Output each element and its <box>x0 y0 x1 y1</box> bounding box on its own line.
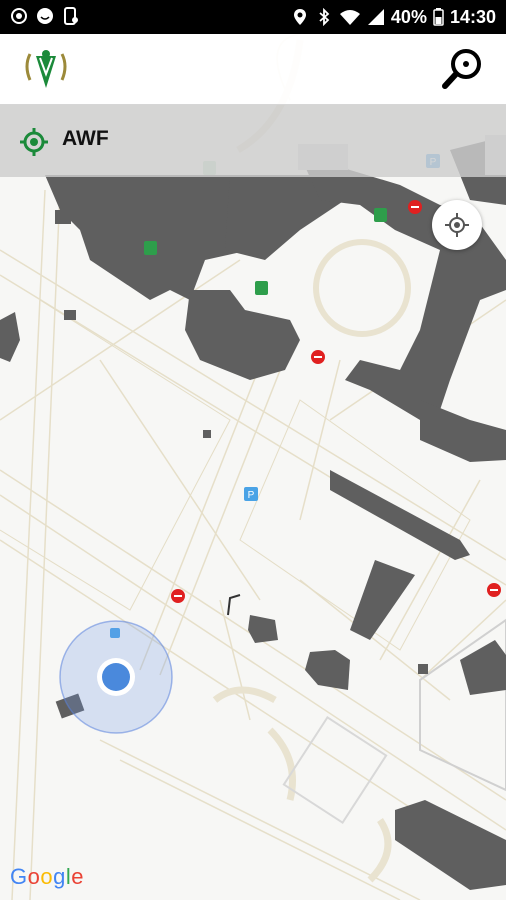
settings-circle-icon <box>11 8 27 24</box>
location-pin-icon <box>293 9 306 25</box>
current-location-marker <box>59 620 173 734</box>
signal-icon <box>367 9 384 25</box>
battery-icon <box>433 8 444 26</box>
app-bar <box>0 34 506 105</box>
search-button[interactable] <box>440 46 486 92</box>
my-location-button[interactable] <box>432 200 482 250</box>
clock: 14:30 <box>449 7 496 27</box>
smiley-icon <box>37 8 53 24</box>
place-label: AWF <box>62 127 109 150</box>
awf-crest-logo[interactable] <box>20 44 72 96</box>
google-attribution[interactable]: Google <box>10 864 84 890</box>
bluetooth-icon <box>319 8 330 26</box>
place-bar[interactable]: AWF <box>0 105 506 177</box>
svg-text:P: P <box>248 490 255 501</box>
phone-lock-icon <box>64 7 78 25</box>
wifi-icon <box>339 10 360 25</box>
status-bar: 40% 14:30 <box>0 0 506 34</box>
search-icon <box>442 49 481 89</box>
my-location-icon <box>445 213 469 237</box>
target-icon <box>20 128 48 156</box>
battery-percent: 40% <box>390 7 427 27</box>
google-text: Google <box>10 864 85 889</box>
